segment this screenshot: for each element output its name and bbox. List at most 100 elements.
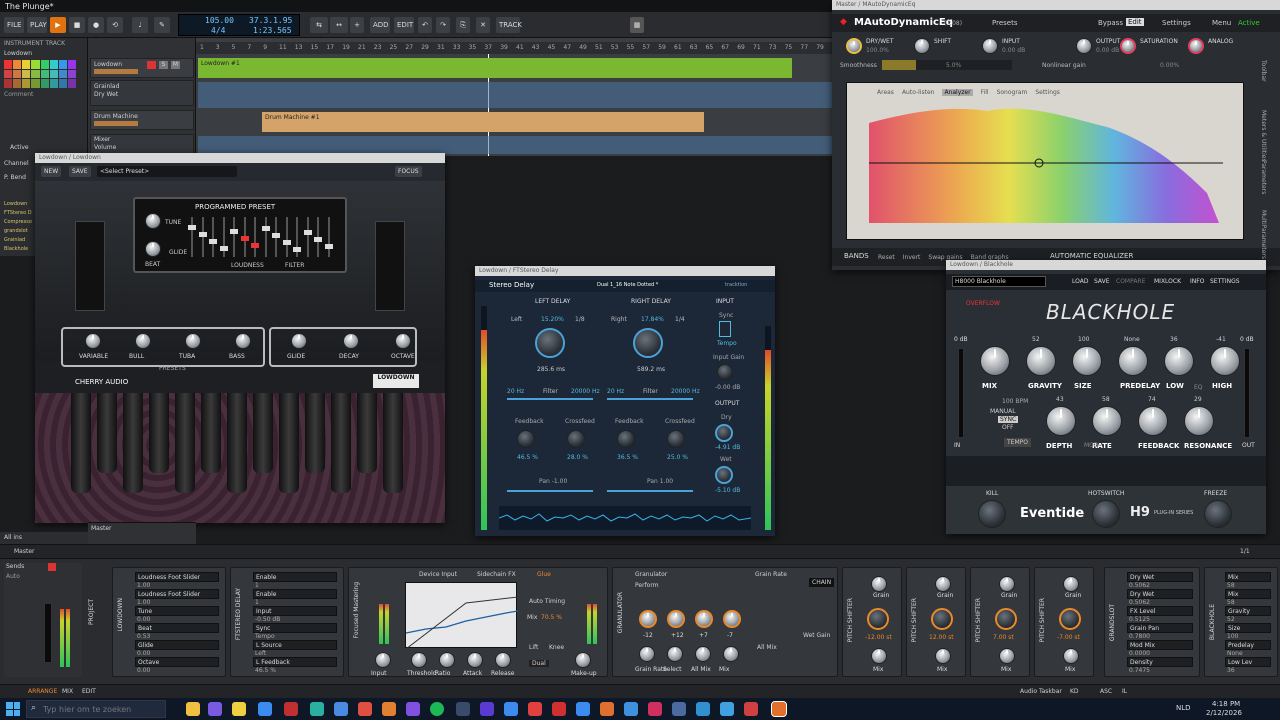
fx-list-item[interactable]: grandslot xyxy=(4,227,32,236)
app-icon[interactable] xyxy=(334,702,348,716)
mix-tab[interactable]: MIX xyxy=(62,688,73,695)
pedal-key[interactable] xyxy=(383,393,403,493)
bh-load[interactable]: LOAD xyxy=(1072,278,1088,285)
metronome-icon[interactable] xyxy=(719,321,731,337)
pitch-knob[interactable] xyxy=(931,608,953,630)
side-tab[interactable]: Meters & Utilities xyxy=(1260,110,1267,162)
clip-lowdown[interactable]: Lowdown #1 xyxy=(198,58,792,78)
right-division[interactable]: 1/4 xyxy=(675,316,685,323)
spotify-icon[interactable] xyxy=(430,702,444,716)
preset-slider-thumb[interactable] xyxy=(251,243,259,248)
track-header-mixer[interactable]: Mixer Volume xyxy=(90,134,194,154)
pedal-key[interactable] xyxy=(331,393,351,493)
taskbar-search-input[interactable] xyxy=(43,703,163,715)
left-crossfeed-knob[interactable] xyxy=(567,430,585,448)
plugin-window-title[interactable]: Lowdown / Blackhole xyxy=(946,260,1266,270)
preset-slider-thumb[interactable] xyxy=(324,244,333,249)
pedal-key[interactable] xyxy=(253,393,273,473)
band-button[interactable]: Invert xyxy=(903,254,921,261)
edit-button[interactable]: EDIT xyxy=(394,17,414,33)
mix-knob[interactable] xyxy=(935,648,951,664)
pitch-knob[interactable] xyxy=(995,608,1017,630)
file-explorer-icon[interactable] xyxy=(186,702,200,716)
left-filter-slider[interactable] xyxy=(507,398,593,400)
track-header-lowdown[interactable]: Lowdown S M xyxy=(90,58,194,78)
grain-knob[interactable] xyxy=(871,576,887,592)
fx-list-item[interactable]: FTStereo D xyxy=(4,209,32,218)
delete-icon[interactable]: ✕ xyxy=(476,17,490,33)
input-knob[interactable] xyxy=(982,38,998,54)
granulator-knob[interactable] xyxy=(695,646,711,662)
mix-knob[interactable] xyxy=(999,648,1015,664)
right-crossfeed-knob[interactable] xyxy=(667,430,685,448)
preset-sliders[interactable] xyxy=(188,217,341,261)
right-filter-slider[interactable] xyxy=(607,398,693,400)
bh-knob[interactable] xyxy=(980,346,1010,376)
app-icon[interactable] xyxy=(720,702,734,716)
preset-slider-thumb[interactable] xyxy=(261,226,270,231)
auto-eq-label[interactable]: AUTOMATIC EQUALIZER xyxy=(1050,252,1133,260)
clock-date[interactable]: 2/12/2026 xyxy=(1206,709,1242,717)
active-label[interactable]: Active xyxy=(10,144,29,151)
kill-footswitch[interactable] xyxy=(978,500,1006,528)
pedal-key[interactable] xyxy=(175,393,195,493)
bh-compare[interactable]: COMPARE xyxy=(1116,278,1145,285)
preset-slider-track[interactable] xyxy=(282,217,291,257)
perform-label[interactable]: Perform xyxy=(635,582,659,589)
manual-option[interactable]: MANUAL xyxy=(990,408,1016,415)
app-icon[interactable] xyxy=(600,702,614,716)
bh-knob[interactable] xyxy=(1210,346,1240,376)
app-icon[interactable] xyxy=(504,702,518,716)
device-pitch-shifter[interactable]: PITCH SHIFTER Grain 12.00 st Mix xyxy=(906,567,966,677)
app-icon[interactable] xyxy=(624,702,638,716)
redo-icon[interactable]: ↷ xyxy=(436,17,450,33)
steam-icon[interactable] xyxy=(456,702,470,716)
pedal-key[interactable] xyxy=(71,393,91,493)
track-volume-slider[interactable] xyxy=(94,69,138,74)
wet-knob[interactable] xyxy=(715,466,733,484)
loop-icon[interactable]: ⟲ xyxy=(107,17,123,33)
device-blackhole[interactable]: BLACKHOLE Mix 58 Mix 58 Gravity 52 Size 100 Pred… xyxy=(1204,567,1278,677)
record-icon[interactable]: ● xyxy=(88,17,104,33)
follow-icon[interactable]: ↔ xyxy=(330,17,348,33)
loudness-fader[interactable] xyxy=(75,221,105,311)
plugin-window-title[interactable]: Lowdown / FTStereo Delay xyxy=(475,266,775,276)
preset-select[interactable]: <Select Preset> xyxy=(97,166,237,177)
eq-display[interactable]: Areas Auto-listen Analyzer Fill Sonogram Sett… xyxy=(846,82,1244,240)
input-gain-knob[interactable] xyxy=(717,364,733,380)
side-tab[interactable]: MultiParameters xyxy=(1260,210,1267,259)
taskbar-search[interactable]: ⌕ xyxy=(26,700,166,718)
preset-slider-track[interactable] xyxy=(261,217,270,257)
bh-preset[interactable]: H8000 Blackhole xyxy=(952,276,1046,287)
arrange-tab[interactable]: ARRANGE xyxy=(28,688,57,695)
preset-slider-track[interactable] xyxy=(324,217,333,257)
active-button[interactable]: Active xyxy=(1238,19,1260,27)
focus-button[interactable]: FOCUS xyxy=(395,166,422,177)
device-ftstereo[interactable]: FTSTEREO DELAY Enable 1 Enable 1 Input -0.50 … xyxy=(230,567,344,677)
solo-button[interactable]: S xyxy=(159,61,168,69)
compressor-graph[interactable] xyxy=(405,582,519,650)
grain-knob[interactable] xyxy=(999,576,1015,592)
app-icon[interactable] xyxy=(382,702,396,716)
bh-knob[interactable] xyxy=(1118,346,1148,376)
plugin-window-title[interactable]: Master / MAutoDynamicEq xyxy=(832,0,1280,10)
waveform-app-icon[interactable] xyxy=(771,701,787,717)
app-icon[interactable] xyxy=(480,702,494,716)
clock-time[interactable]: 4:18 PM xyxy=(1212,700,1240,708)
lowdown-knob[interactable] xyxy=(395,333,411,349)
lowdown-knob[interactable] xyxy=(291,333,307,349)
preset-slider-thumb[interactable] xyxy=(209,239,217,244)
right-delay-knob[interactable] xyxy=(633,328,663,358)
edit-button[interactable]: Edit xyxy=(1126,18,1144,26)
zoom-icon[interactable]: + xyxy=(350,17,364,33)
pedal-key[interactable] xyxy=(201,393,221,473)
track-header-grainlad[interactable]: Grainlad Dry Wet xyxy=(90,80,194,106)
granulator-knob[interactable] xyxy=(723,646,739,662)
device-granulator[interactable]: GRANULATOR Granulator Perform Grain Rate… xyxy=(612,567,838,677)
pedal-keys[interactable] xyxy=(71,393,411,498)
app-icon[interactable] xyxy=(208,702,222,716)
bh-knob[interactable] xyxy=(1138,406,1168,436)
auto-timing-label[interactable]: Auto Timing xyxy=(529,598,565,605)
new-button[interactable]: NEW xyxy=(41,166,62,177)
presets-button[interactable]: Presets xyxy=(992,19,1017,27)
